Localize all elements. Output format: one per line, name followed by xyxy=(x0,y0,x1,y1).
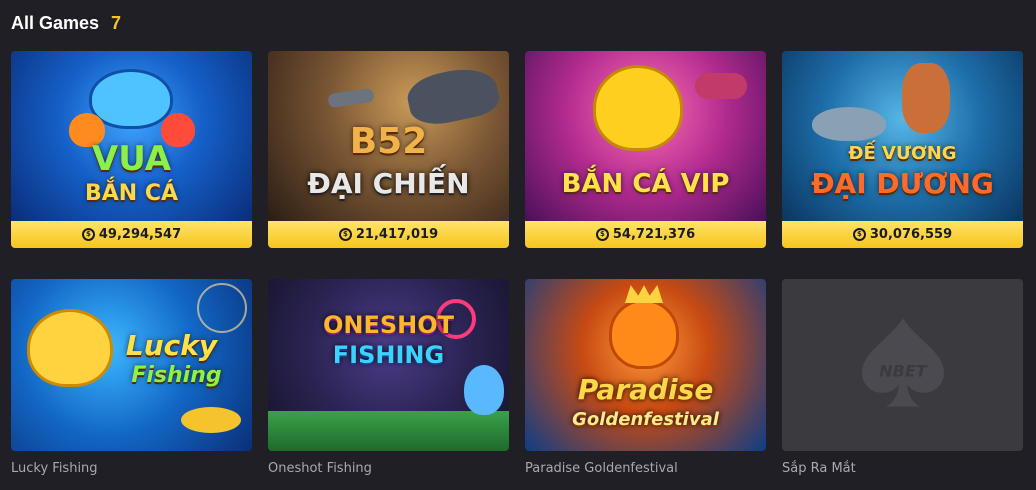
jackpot-bar: $ 49,294,547 xyxy=(11,221,252,248)
art-title-line1: ĐẾ VƯƠNG xyxy=(848,143,957,164)
coming-soon-thumbnail: NBET xyxy=(782,279,1023,451)
game-name[interactable]: Lucky Fishing xyxy=(11,461,252,476)
coin-icon: $ xyxy=(338,228,352,241)
coin-icon: $ xyxy=(81,228,95,241)
art-title-line1: VUA xyxy=(91,139,172,179)
shark-art xyxy=(464,365,504,415)
jackpot-value: 30,076,559 xyxy=(869,227,953,242)
section-header: All Games 7 xyxy=(11,13,121,34)
game-thumbnail[interactable]: BẮN CÁ VIP xyxy=(525,51,766,221)
art-title-line1: B52 xyxy=(349,121,428,162)
art-title-line2: Goldenfestival xyxy=(572,409,719,430)
art-title-line2: BẮN CÁ xyxy=(84,181,179,206)
game-thumbnail[interactable]: VUA BẮN CÁ xyxy=(11,51,252,221)
art-title-line1: ONESHOT xyxy=(322,311,455,339)
plane-art xyxy=(327,87,375,109)
game-thumbnail[interactable]: B52 ĐẠI CHIẾN xyxy=(268,51,509,221)
art-title-line1: Paradise xyxy=(577,373,714,406)
game-name: Sắp Ra Mắt xyxy=(782,461,856,476)
coin-icon: $ xyxy=(852,228,866,241)
jackpot-value: 21,417,019 xyxy=(355,227,439,242)
game-card-coming-soon: NBET Sắp Ra Mắt xyxy=(782,279,1023,476)
art-title-line2: Fishing xyxy=(131,363,222,388)
game-name[interactable]: Oneshot Fishing xyxy=(268,461,509,476)
web-art xyxy=(197,283,247,333)
rocket-art xyxy=(695,73,747,99)
game-card-lucky-fishing[interactable]: Lucky Fishing Lucky Fishing xyxy=(11,279,252,476)
king-fish-art xyxy=(609,299,679,369)
jackpot-bar: $ 21,417,019 xyxy=(268,221,509,248)
jackpot-bar: $ 54,721,376 xyxy=(525,221,766,248)
game-card-ban-ca-vip[interactable]: BẮN CÁ VIP $ 54,721,376 xyxy=(525,51,766,248)
game-thumbnail[interactable]: Lucky Fishing xyxy=(11,279,252,451)
nbet-logo: NBET xyxy=(858,315,948,416)
ground-art xyxy=(268,411,509,451)
jackpot-bar: $ 30,076,559 xyxy=(782,221,1023,248)
shark-art xyxy=(812,107,886,141)
art-title-line2: BẮN CÁ VIP xyxy=(561,169,730,199)
helicopter-art xyxy=(403,62,503,130)
warrior-art xyxy=(902,63,950,133)
game-thumbnail[interactable]: ONESHOT FISHING xyxy=(268,279,509,451)
game-card-b52-dai-chien[interactable]: B52 ĐẠI CHIẾN $ 21,417,019 xyxy=(268,51,509,248)
art-title-line2: ĐẠI CHIẾN xyxy=(307,167,470,200)
game-name[interactable]: Paradise Goldenfestival xyxy=(525,461,766,476)
golden-fish-art xyxy=(593,65,683,151)
spade-icon: NBET xyxy=(861,318,944,407)
game-card-paradise-goldenfestival[interactable]: Paradise Goldenfestival Paradise Goldenf… xyxy=(525,279,766,476)
game-card-de-vuong-dai-duong[interactable]: ĐẾ VƯƠNG ĐẠI DƯƠNG $ 30,076,559 xyxy=(782,51,1023,248)
games-grid: VUA BẮN CÁ $ 49,294,547 B52 ĐẠI CHIẾN $ … xyxy=(11,51,1023,476)
coins-art xyxy=(181,407,241,433)
art-title-line2: FISHING xyxy=(332,341,445,369)
game-thumbnail[interactable]: Paradise Goldenfestival xyxy=(525,279,766,451)
crown-icon xyxy=(625,285,663,303)
art-title-line1: Lucky xyxy=(125,329,218,362)
jackpot-value: 49,294,547 xyxy=(98,227,182,242)
coin-icon: $ xyxy=(595,228,609,241)
jackpot-value: 54,721,376 xyxy=(612,227,696,242)
section-title: All Games xyxy=(11,13,100,33)
nbet-logo-text: NBET xyxy=(879,362,928,381)
games-count: 7 xyxy=(111,13,122,33)
game-card-vua-ban-ca[interactable]: VUA BẮN CÁ $ 49,294,547 xyxy=(11,51,252,248)
art-title-line2: ĐẠI DƯƠNG xyxy=(811,167,994,200)
game-thumbnail[interactable]: ĐẾ VƯƠNG ĐẠI DƯƠNG xyxy=(782,51,1023,221)
game-card-oneshot-fishing[interactable]: ONESHOT FISHING Oneshot Fishing xyxy=(268,279,509,476)
